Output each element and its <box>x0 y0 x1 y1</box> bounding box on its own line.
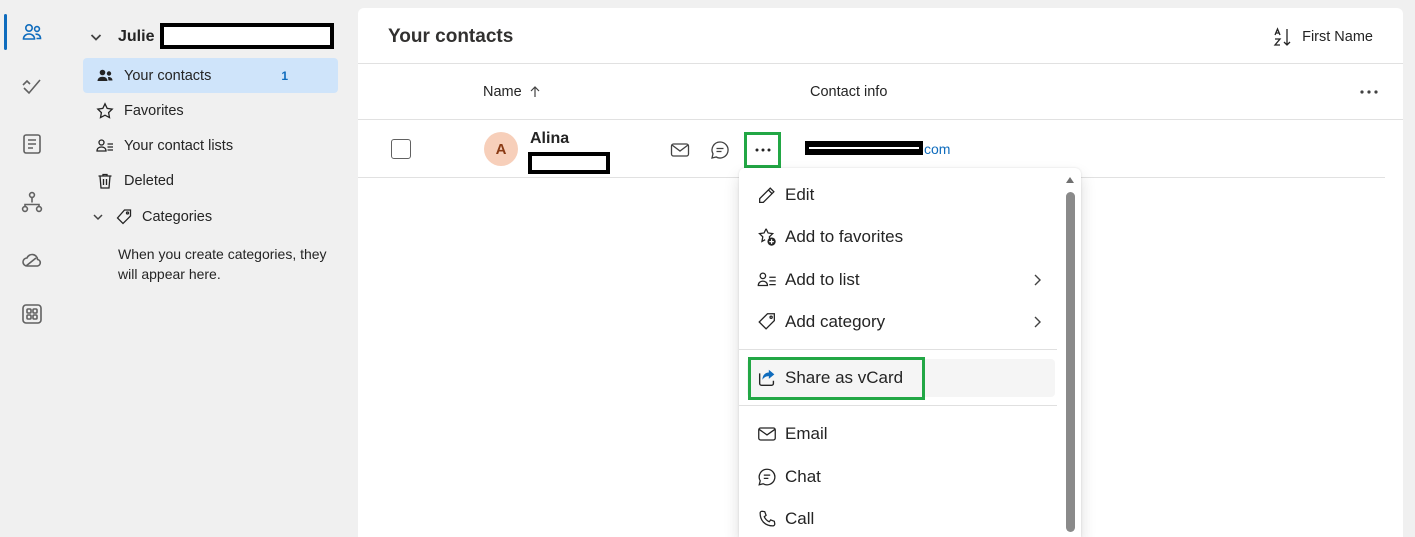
scroll-thumb[interactable] <box>1066 192 1075 532</box>
mail-icon[interactable] <box>668 138 692 162</box>
chat-icon <box>755 465 779 489</box>
star-icon <box>95 101 115 121</box>
sort-label: First Name <box>1302 29 1373 45</box>
nav-your-contacts[interactable]: Your contacts 1 <box>83 58 338 93</box>
menu-item-call[interactable]: Call <box>747 501 1055 537</box>
people-icon <box>95 66 115 86</box>
sort-az-icon <box>1273 27 1291 46</box>
menu-label: Email <box>785 424 828 443</box>
scroll-up-icon[interactable] <box>1064 174 1076 186</box>
nav-label: Your contact lists <box>124 137 234 154</box>
people-app-icon[interactable] <box>16 16 48 48</box>
contact-email-link[interactable]: com <box>924 141 950 157</box>
chevron-right-icon <box>1034 274 1041 286</box>
column-header-contact-info: Contact info <box>810 84 888 100</box>
mail-icon <box>755 422 779 446</box>
redacted-account-email <box>160 23 334 49</box>
nav-contact-lists[interactable]: Your contact lists <box>83 128 338 163</box>
contacts-count-badge: 1 <box>281 68 288 83</box>
menu-item-add-category[interactable]: Add category <box>747 304 1055 340</box>
menu-divider <box>739 405 1057 406</box>
menu-item-add-to-favorites[interactable]: Add to favorites <box>747 219 1055 255</box>
nav-favorites[interactable]: Favorites <box>83 93 338 128</box>
nav-label: Favorites <box>124 102 184 119</box>
org-app-icon[interactable] <box>16 186 48 218</box>
menu-item-email[interactable]: Email <box>747 416 1055 452</box>
menu-item-add-to-list[interactable]: Add to list <box>747 262 1055 298</box>
menu-label: Add category <box>785 312 886 331</box>
categories-header[interactable]: Categories <box>90 204 212 230</box>
page-title: Your contacts <box>388 26 514 47</box>
arrow-up-icon <box>530 86 540 97</box>
apps-grid-icon[interactable] <box>16 298 48 330</box>
people-list-icon <box>755 268 779 292</box>
categories-empty-note: When you create categories, they will ap… <box>118 246 327 282</box>
contact-context-menu: Edit Add to favorites Add to list Add ca… <box>739 168 1081 537</box>
menu-divider <box>739 349 1057 350</box>
people-list-icon <box>95 136 115 156</box>
menu-scrollbar[interactable] <box>1064 174 1076 537</box>
nav-label: Deleted <box>124 172 174 189</box>
contact-more-button[interactable] <box>744 132 781 168</box>
star-add-icon <box>755 225 779 249</box>
tag-icon <box>116 209 132 225</box>
redacted-email <box>805 141 923 155</box>
chevron-right-icon <box>1034 316 1041 328</box>
column-header-name[interactable]: Name <box>483 84 542 100</box>
contact-name[interactable]: Alina <box>530 130 569 148</box>
more-horizontal-icon <box>1360 90 1378 94</box>
sort-button[interactable]: First Name <box>1272 26 1373 48</box>
menu-label: Call <box>785 509 815 528</box>
folder-pane: Julie Your contacts 1 Favorites Your con… <box>64 0 358 537</box>
more-horizontal-icon <box>755 148 770 152</box>
row-divider <box>358 119 1403 120</box>
menu-label: Chat <box>785 467 821 486</box>
menu-label: Add to list <box>785 270 860 289</box>
chevron-down-icon <box>90 34 102 41</box>
account-header[interactable]: Julie <box>88 24 154 50</box>
todo-app-icon[interactable] <box>16 70 48 102</box>
share-vcard-highlight <box>748 357 925 400</box>
chat-icon[interactable] <box>708 138 732 162</box>
chevron-down-icon <box>93 214 103 221</box>
header-divider <box>358 63 1403 64</box>
account-name: Julie <box>118 28 155 45</box>
app-rail <box>0 0 64 537</box>
menu-label: Edit <box>785 185 815 204</box>
menu-label: Add to favorites <box>785 227 904 246</box>
row-checkbox[interactable] <box>391 139 411 159</box>
phone-icon <box>755 507 779 531</box>
menu-item-edit[interactable]: Edit <box>747 177 1055 213</box>
tag-icon <box>755 310 779 334</box>
column-more-button[interactable] <box>1355 80 1383 104</box>
redacted-contact-detail <box>528 152 610 174</box>
column-name-label: Name <box>483 84 522 100</box>
pencil-icon <box>755 183 779 207</box>
nav-deleted[interactable]: Deleted <box>83 163 338 198</box>
categories-label: Categories <box>142 209 213 225</box>
notes-app-icon[interactable] <box>16 128 48 160</box>
rail-active-indicator <box>4 14 7 50</box>
menu-item-chat[interactable]: Chat <box>747 459 1055 495</box>
trash-icon <box>95 171 115 191</box>
onedrive-app-icon[interactable] <box>16 244 48 276</box>
avatar: A <box>484 132 518 166</box>
nav-label: Your contacts <box>124 67 212 84</box>
